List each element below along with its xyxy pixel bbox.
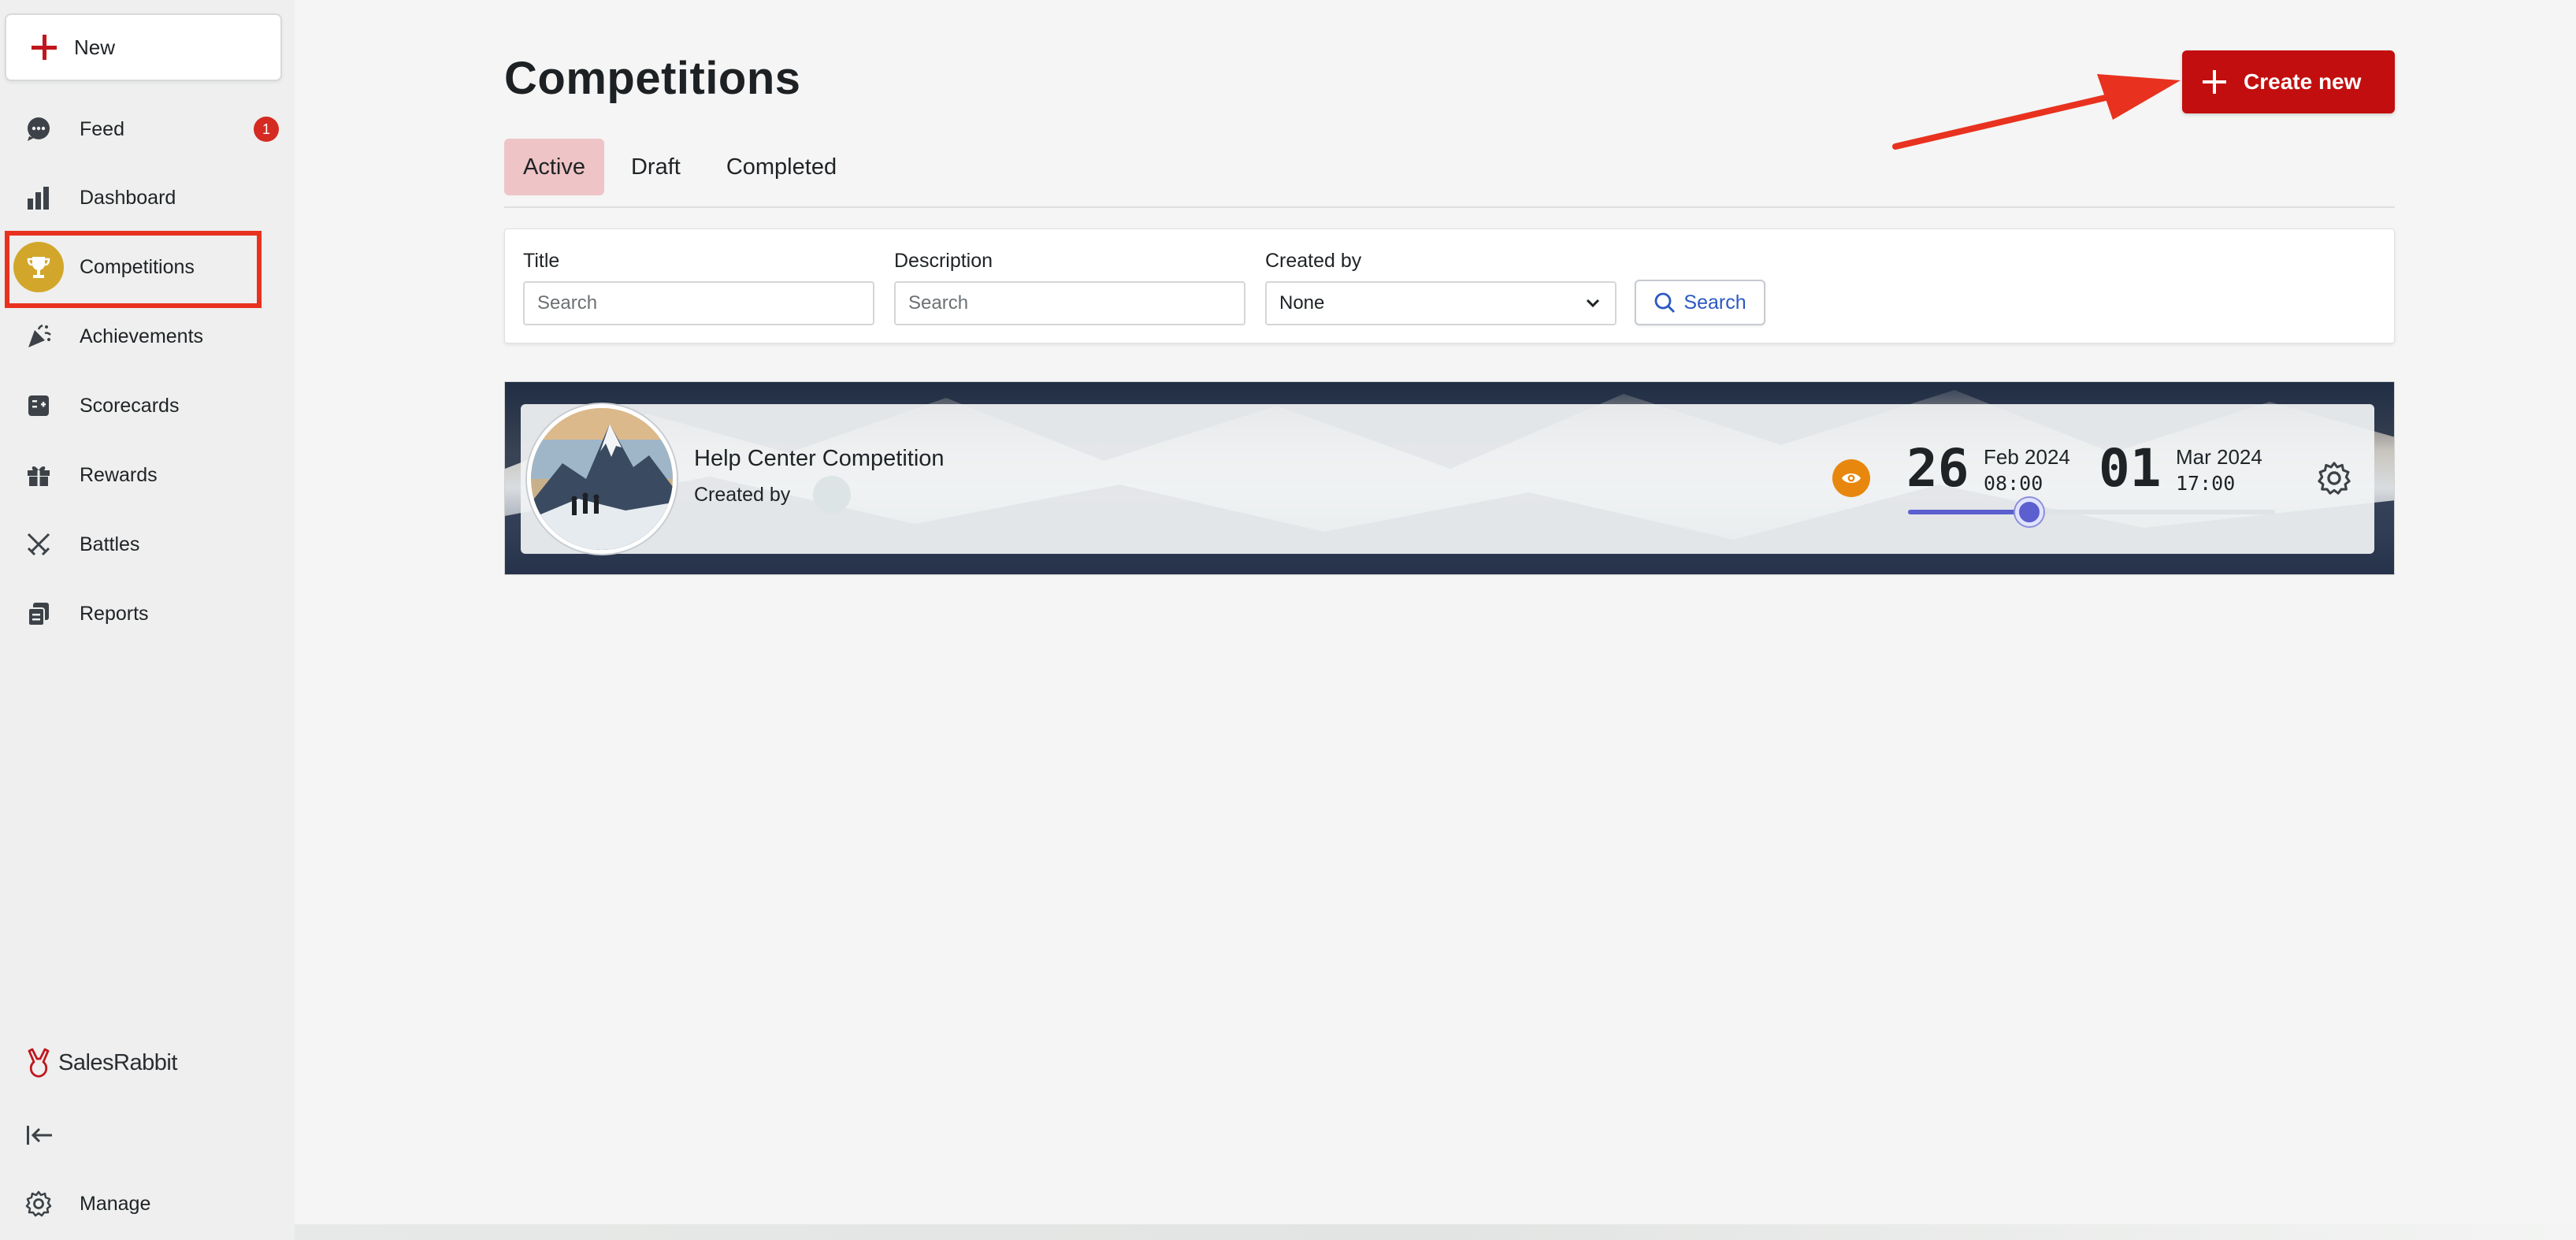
title-search-input[interactable]: [523, 281, 874, 325]
tab-draft[interactable]: Draft: [612, 139, 700, 195]
sidebar: New Feed 1 Dashboard Competitions Achiev…: [0, 0, 295, 1240]
trophy-icon: [13, 242, 64, 292]
sidebar-item-label: Competitions: [80, 255, 195, 278]
sidebar-item-competitions[interactable]: Competitions: [0, 236, 295, 299]
start-time: 08:00: [1984, 472, 2043, 495]
sidebar-item-rewards[interactable]: Rewards: [0, 444, 295, 507]
start-day: 26: [1906, 438, 1969, 499]
sidebar-item-feed[interactable]: Feed 1: [0, 98, 295, 161]
sidebar-item-label: Achievements: [80, 325, 204, 347]
start-month: Feb 2024: [1984, 445, 2070, 469]
plus-icon: [2203, 70, 2226, 94]
party-popper-icon: [19, 317, 58, 356]
brand-name: SalesRabbit: [58, 1049, 177, 1075]
end-month: Mar 2024: [2176, 445, 2262, 469]
page-title: Competitions: [504, 53, 801, 104]
end-day: 01: [2099, 438, 2162, 499]
created-by-value: None: [1279, 292, 1325, 314]
gift-icon: [19, 455, 58, 495]
sidebar-item-reports[interactable]: Reports: [0, 582, 295, 645]
rabbit-logo-icon: [28, 1048, 50, 1078]
sidebar-item-label: Dashboard: [80, 186, 176, 209]
chevron-down-icon: [1586, 299, 1600, 308]
sidebar-item-battles[interactable]: Battles: [0, 513, 295, 576]
competition-title[interactable]: Help Center Competition: [694, 446, 945, 472]
competition-avatar: [527, 404, 677, 554]
sidebar-item-manage[interactable]: Manage: [0, 1172, 295, 1235]
description-search-input[interactable]: [894, 281, 1245, 325]
create-new-button[interactable]: Create new: [2182, 50, 2395, 113]
competition-created-by: Created by: [694, 484, 791, 506]
mountain-climbers-image: [531, 408, 673, 550]
chat-bubble-icon: [19, 110, 58, 149]
tab-completed[interactable]: Completed: [707, 139, 856, 195]
tab-active[interactable]: Active: [504, 139, 604, 195]
filter-panel: Title Description Created by None Search: [504, 228, 2395, 343]
collapse-sidebar-icon[interactable]: [24, 1119, 57, 1152]
tabs-divider: [504, 206, 2395, 208]
manage-label: Manage: [80, 1192, 151, 1215]
notification-badge: 1: [254, 117, 279, 142]
new-button[interactable]: New: [5, 13, 282, 81]
created-by-filter-label: Created by: [1265, 250, 1362, 272]
progress-handle[interactable]: [2014, 498, 2043, 526]
competition-card-panel: [521, 404, 2374, 554]
scorecard-icon: [19, 386, 58, 425]
search-button-label: Search: [1683, 291, 1746, 314]
sidebar-item-label: Rewards: [80, 463, 158, 486]
progress-fill: [1908, 510, 2029, 514]
sidebar-item-achievements[interactable]: Achievements: [0, 305, 295, 368]
creator-avatar: [813, 476, 851, 514]
crossed-swords-icon: [19, 525, 58, 564]
new-button-label: New: [74, 35, 116, 59]
search-button[interactable]: Search: [1635, 280, 1765, 325]
sidebar-item-dashboard[interactable]: Dashboard: [0, 166, 295, 229]
status-tabs: Active Draft Completed: [504, 139, 863, 195]
plus-icon: [32, 35, 57, 60]
sidebar-item-label: Scorecards: [80, 394, 180, 417]
bar-chart-icon: [19, 178, 58, 217]
created-by-select[interactable]: None: [1265, 281, 1616, 325]
sidebar-item-label: Reports: [80, 602, 149, 625]
competition-progress-bar: [1908, 498, 2275, 526]
sidebar-item-scorecards[interactable]: Scorecards: [0, 374, 295, 437]
brand-logo: SalesRabbit: [27, 1048, 177, 1078]
search-icon: [1654, 292, 1676, 313]
end-time: 17:00: [2176, 472, 2236, 495]
sidebar-item-label: Feed: [80, 117, 124, 140]
gear-icon: [19, 1184, 58, 1223]
visibility-eye-icon[interactable]: [1832, 459, 1870, 497]
annotation-arrow-icon: [1892, 74, 2181, 150]
sidebar-item-label: Battles: [80, 533, 140, 555]
competition-settings-gear-icon[interactable]: [2316, 460, 2352, 496]
create-new-label: Create new: [2244, 69, 2362, 94]
reports-icon: [19, 594, 58, 633]
title-filter-label: Title: [523, 250, 560, 272]
description-filter-label: Description: [894, 250, 993, 272]
bottom-scroll-shadow: [295, 1224, 2576, 1240]
